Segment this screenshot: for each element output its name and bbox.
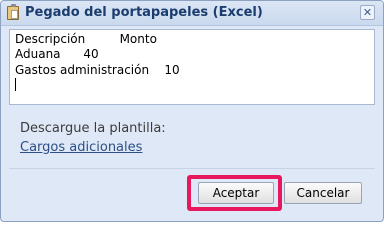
dialog-titlebar[interactable]: Pegado del portapapeles (Excel) ✕ (1, 1, 383, 26)
text-caret (15, 78, 16, 91)
paste-textarea[interactable]: Descripción Monto Aduana 40 Gastos admin… (9, 29, 375, 105)
textarea-line-gastos: Gastos administración 10 (15, 63, 180, 77)
textarea-line-aduana: Aduana 40 (15, 47, 99, 61)
textarea-line-header: Descripción Monto (15, 32, 157, 46)
cancel-button[interactable]: Cancelar (284, 182, 362, 204)
divider (9, 168, 375, 169)
template-download-link[interactable]: Cargos adicionales (20, 140, 142, 155)
clipboard-icon (7, 4, 19, 20)
clipboard-paste-dialog: Pegado del portapapeles (Excel) ✕ Descri… (0, 0, 384, 222)
template-label: Descargue la plantilla: (20, 121, 166, 136)
dialog-title: Pegado del portapapeles (Excel) (25, 5, 263, 20)
close-button[interactable]: ✕ (360, 5, 375, 20)
accept-button[interactable]: Aceptar (198, 182, 274, 204)
